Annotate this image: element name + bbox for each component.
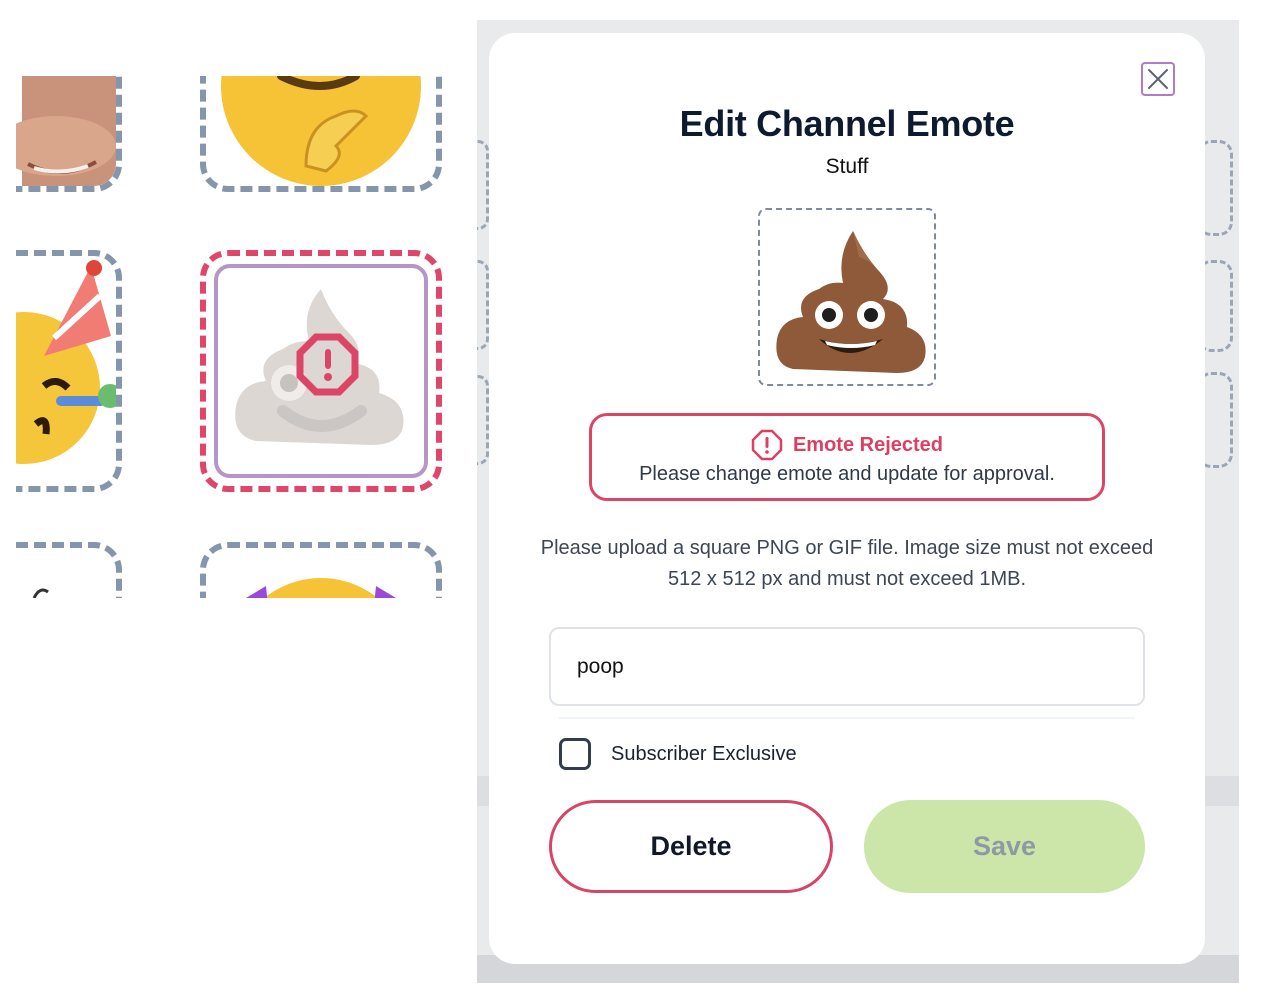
delete-button[interactable]: Delete [549,800,833,893]
subscriber-exclusive-label: Subscriber Exclusive [611,742,797,765]
modal-subtitle: Stuff [825,155,869,178]
shushing-face-emoji [221,76,421,186]
subscriber-exclusive-checkbox[interactable] [559,738,591,770]
background-emote-tile [477,140,489,230]
save-button[interactable]: Save [864,800,1145,893]
edit-emote-modal: Edit Channel Emote Stuff Emote Rejected … [489,33,1205,964]
alert-header: Emote Rejected [592,429,1102,461]
face-photo-thumbnail [16,76,116,186]
emote-tile[interactable] [16,76,122,192]
octagon-alert-icon [751,429,783,461]
pile-of-poo-emoji [776,231,926,373]
background-emote-tile [477,375,489,465]
emote-tile-inner [214,264,428,478]
emote-tile[interactable] [200,76,442,192]
emote-tile[interactable] [16,542,122,598]
emote-thumbnail [32,588,49,598]
rejection-alert: Emote Rejected Please change emote and u… [589,413,1105,501]
emote-name-input[interactable] [549,627,1145,706]
emote-tile-rejected[interactable] [200,250,442,492]
pile-of-poo-emoji-faded [235,289,404,445]
emote-tile[interactable] [16,250,122,492]
close-icon [1148,69,1168,89]
modal-title: Edit Channel Emote [679,103,1015,144]
subscriber-exclusive-toggle[interactable]: Subscriber Exclusive [559,737,797,771]
upload-help-text: Please upload a square PNG or GIF file. … [540,537,1154,590]
emote-preview[interactable] [758,208,936,386]
emote-tile[interactable] [200,542,442,598]
alert-message: Please change emote and update for appro… [639,463,1055,485]
close-button[interactable] [1141,62,1175,96]
emote-grid [16,76,456,598]
divider [559,717,1135,719]
background-emote-tile [477,260,489,350]
smiling-face-emoji [246,578,396,598]
alert-title: Emote Rejected [792,433,944,456]
partying-face-emoji [16,260,116,464]
